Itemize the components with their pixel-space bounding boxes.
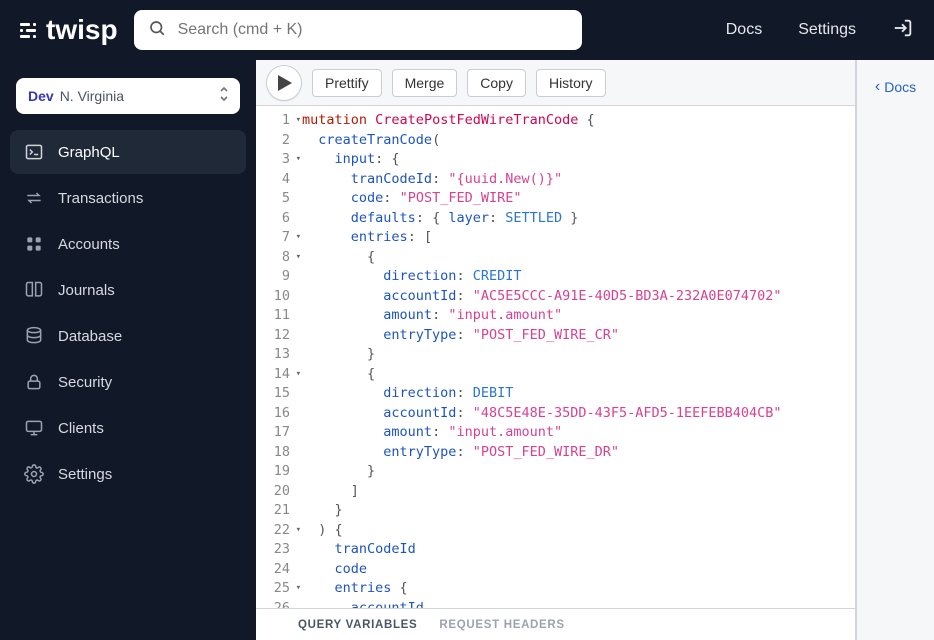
prettify-button[interactable]: Prettify <box>312 69 382 97</box>
query-editor[interactable]: 1234567891011121314151617181920212223242… <box>256 106 855 608</box>
sidebar-item-graphql[interactable]: GraphQL <box>10 130 246 174</box>
sidebar-item-accounts[interactable]: Accounts <box>10 222 246 266</box>
docs-toggle[interactable]: ‹ Docs <box>875 78 916 96</box>
sidebar-item-journals[interactable]: Journals <box>10 268 246 312</box>
terminal-icon <box>24 142 44 162</box>
merge-button[interactable]: Merge <box>392 69 458 97</box>
sidebar-item-clients[interactable]: Clients <box>10 406 246 450</box>
line-gutter: 1234567891011121314151617181920212223242… <box>256 106 294 608</box>
sidebar-item-label: Journals <box>58 282 115 299</box>
sidebar-item-label: GraphQL <box>58 144 120 161</box>
brand-logo: twisp <box>20 14 118 46</box>
editor-bottom-tabs: Query Variables Request Headers <box>256 608 855 640</box>
env-region: N. Virginia <box>60 88 124 104</box>
lock-icon <box>24 372 44 392</box>
brand-icon <box>20 23 36 38</box>
sidebar-item-label: Accounts <box>58 236 120 253</box>
sidebar-item-label: Security <box>58 374 112 391</box>
monitor-icon <box>24 418 44 438</box>
chevron-left-icon: ‹ <box>875 78 880 96</box>
sidebar-item-transactions[interactable]: Transactions <box>10 176 246 220</box>
database-icon <box>24 326 44 346</box>
sidebar-item-label: Settings <box>58 466 112 483</box>
editor-toolbar: Prettify Merge Copy History <box>256 60 855 106</box>
book-icon <box>24 280 44 300</box>
sidebar-item-database[interactable]: Database <box>10 314 246 358</box>
docs-sidebar: ‹ Docs <box>856 60 934 640</box>
history-button[interactable]: History <box>536 69 606 97</box>
logout-icon[interactable] <box>892 17 914 44</box>
sidebar-item-label: Clients <box>58 420 104 437</box>
search-input[interactable] <box>176 20 568 40</box>
gear-icon <box>24 464 44 484</box>
copy-button[interactable]: Copy <box>467 69 526 97</box>
transfer-icon <box>24 188 44 208</box>
tab-query-variables[interactable]: Query Variables <box>298 619 417 631</box>
play-icon <box>278 75 292 91</box>
sidebar-item-label: Database <box>58 328 122 345</box>
chevron-updown-icon <box>218 86 230 107</box>
code-content[interactable]: mutation CreatePostFedWireTranCode { cre… <box>294 106 855 608</box>
environment-selector[interactable]: Dev N. Virginia <box>16 78 240 114</box>
graphiql-panel: Prettify Merge Copy History 123456789101… <box>256 60 934 640</box>
grid-icon <box>24 234 44 254</box>
brand-text: twisp <box>46 14 118 46</box>
search-icon <box>148 19 166 42</box>
tab-request-headers[interactable]: Request Headers <box>439 619 564 631</box>
nav: GraphQL Transactions Accounts Journals D… <box>10 130 246 496</box>
topbar: twisp Docs Settings <box>0 0 934 60</box>
docs-link[interactable]: Docs <box>726 21 762 39</box>
sidebar-item-settings[interactable]: Settings <box>10 452 246 496</box>
env-label: Dev <box>28 88 54 104</box>
execute-button[interactable] <box>266 65 302 101</box>
search-box[interactable] <box>134 10 582 50</box>
sidebar-item-security[interactable]: Security <box>10 360 246 404</box>
settings-link[interactable]: Settings <box>798 21 856 39</box>
sidebar-item-label: Transactions <box>58 190 143 207</box>
sidebar: Dev N. Virginia GraphQL Transactions Acc… <box>0 60 256 640</box>
